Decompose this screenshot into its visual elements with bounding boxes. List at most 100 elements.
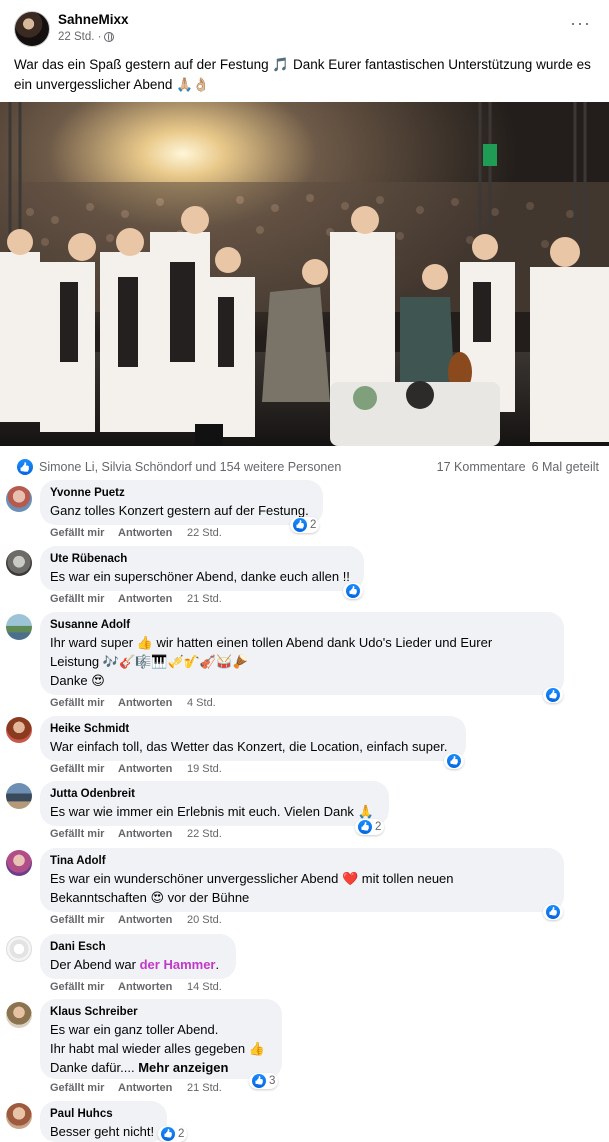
comment-bubble: Paul Huhcs Besser geht nicht! <box>40 1101 167 1142</box>
like-reaction-icon <box>252 1074 266 1088</box>
avatar[interactable] <box>6 936 32 962</box>
like-button[interactable]: Gefällt mir <box>50 914 118 926</box>
comment-text-line: Es war ein ganz toller Abend. <box>50 1022 219 1037</box>
post-meta: 22 Std. · <box>58 31 115 43</box>
like-reaction-icon <box>293 518 307 532</box>
avatar[interactable] <box>6 1103 32 1129</box>
comment-text: Es war ein superschöner Abend, danke euc… <box>50 569 350 584</box>
comment-time[interactable]: 21 Std. <box>187 593 222 605</box>
comment-bubble: Ute Rübenach Es war ein superschöner Abe… <box>40 546 364 591</box>
comment-text: Ganz tolles Konzert gestern auf der Fest… <box>50 503 309 518</box>
comment-reaction-count[interactable] <box>343 583 363 599</box>
comment-text: Der Abend war der Hammer. <box>50 957 220 972</box>
comment-actions: Gefällt mir Antworten 22 Std. <box>50 527 222 539</box>
comment-actions: Gefällt mir Antworten 22 Std. <box>50 828 222 840</box>
commenter-name[interactable]: Jutta Odenbreit <box>50 787 378 802</box>
comment-text: Es war wie immer ein Erlebnis mit euch. … <box>50 804 374 819</box>
comment-time[interactable]: 14 Std. <box>187 981 222 993</box>
concert-photo <box>0 102 609 446</box>
comment-time[interactable]: 19 Std. <box>187 763 222 775</box>
like-button[interactable]: Gefällt mir <box>50 828 118 840</box>
comment-actions: Gefällt mir Antworten 19 Std. <box>50 763 222 775</box>
avatar[interactable] <box>6 1002 32 1028</box>
comment-text-line: Es war ein wunderschöner unvergesslicher… <box>50 871 454 886</box>
comment-reaction-count[interactable] <box>444 753 464 769</box>
comment-actions: Gefällt mir Antworten 14 Std. <box>50 981 222 993</box>
comment-actions: Gefällt mir Antworten 20 Std. <box>50 914 222 926</box>
avatar[interactable] <box>6 850 32 876</box>
commenter-name[interactable]: Dani Esch <box>50 940 225 955</box>
like-button[interactable]: Gefällt mir <box>50 1082 118 1094</box>
like-reaction-icon[interactable] <box>17 459 33 475</box>
comment-reaction-count[interactable] <box>543 687 563 703</box>
like-reaction-icon <box>546 905 560 919</box>
like-button[interactable]: Gefällt mir <box>50 763 118 775</box>
comment-text-line: Ihr ward super 👍 wir hatten einen tollen… <box>50 635 493 650</box>
avatar[interactable] <box>6 550 32 576</box>
comment-text: Besser geht nicht! <box>50 1124 155 1139</box>
comment-time[interactable]: 20 Std. <box>187 914 222 926</box>
show-more-link[interactable]: Mehr anzeigen <box>138 1060 228 1075</box>
commenter-name[interactable]: Klaus Schreiber <box>50 1005 271 1020</box>
globe-icon <box>104 32 115 42</box>
comment-text-line: Bekanntschaften 😍 vor der Bühne <box>50 890 250 905</box>
commenter-name[interactable]: Paul Huhcs <box>50 1107 156 1122</box>
comment-bubble: Dani Esch Der Abend war der Hammer. <box>40 934 236 979</box>
comment-time[interactable]: 22 Std. <box>187 828 222 840</box>
post-text: War das ein Spaß gestern auf der Festung… <box>14 57 591 92</box>
comment-reaction-count[interactable]: 3 <box>249 1073 279 1089</box>
reply-button[interactable]: Antworten <box>118 593 187 605</box>
like-reaction-icon <box>346 584 360 598</box>
reply-button[interactable]: Antworten <box>118 914 187 926</box>
post-header: SahneMixx 22 Std. · ··· <box>0 0 609 52</box>
post-author[interactable]: SahneMixx <box>58 12 129 27</box>
avatar[interactable] <box>6 717 32 743</box>
reactors-summary[interactable]: Simone Li, Silvia Schöndorf und 154 weit… <box>39 460 341 474</box>
like-reaction-icon <box>447 754 461 768</box>
avatar[interactable] <box>6 614 32 640</box>
avatar[interactable] <box>6 486 32 512</box>
like-button[interactable]: Gefällt mir <box>50 527 118 539</box>
like-button[interactable]: Gefällt mir <box>50 697 118 709</box>
commenter-name[interactable]: Heike Schmidt <box>50 722 455 737</box>
like-reaction-icon <box>546 688 560 702</box>
more-icon[interactable]: ··· <box>570 14 591 32</box>
comment-reaction-count[interactable] <box>543 904 563 920</box>
page-avatar[interactable] <box>14 11 50 47</box>
commenter-name[interactable]: Tina Adolf <box>50 854 553 869</box>
comments-count[interactable]: 17 Kommentare <box>437 460 526 474</box>
comment-actions: Gefällt mir Antworten 4 Std. <box>50 697 216 709</box>
like-button[interactable]: Gefällt mir <box>50 981 118 993</box>
comment-time[interactable]: 21 Std. <box>187 1082 222 1094</box>
comment-reaction-count[interactable]: 2 <box>355 819 385 835</box>
comment-text-line: Danke dafür.... Mehr anzeigen <box>50 1060 229 1075</box>
reply-button[interactable]: Antworten <box>118 697 187 709</box>
comment-reaction-count[interactable]: 2 <box>290 517 320 533</box>
comment-bubble: Klaus Schreiber Es war ein ganz toller A… <box>40 999 282 1079</box>
comment-reaction-count[interactable]: 2 <box>158 1126 188 1142</box>
post-time[interactable]: 22 Std. · <box>58 31 101 43</box>
like-button[interactable]: Gefällt mir <box>50 593 118 605</box>
commenter-name[interactable]: Yvonne Puetz <box>50 486 312 501</box>
comment-text-line: Ihr habt mal wieder alles gegeben 👍 <box>50 1041 265 1056</box>
commenter-name[interactable]: Susanne Adolf <box>50 618 553 633</box>
reply-button[interactable]: Antworten <box>118 527 187 539</box>
avatar[interactable] <box>6 783 32 809</box>
comment-text-line: Leistung 🎶🎸🎼🎹🎺🎷🎻🥁🪘 <box>50 654 249 669</box>
reply-button[interactable]: Antworten <box>118 981 187 993</box>
shares-count[interactable]: 6 Mal geteilt <box>532 460 599 474</box>
like-reaction-icon <box>358 820 372 834</box>
comment-actions: Gefällt mir Antworten 21 Std. <box>50 1082 222 1094</box>
like-reaction-icon <box>161 1127 175 1141</box>
reply-button[interactable]: Antworten <box>118 1082 187 1094</box>
post-photo[interactable] <box>0 102 609 446</box>
comment-bubble: Yvonne Puetz Ganz tolles Konzert gestern… <box>40 480 323 525</box>
reply-button[interactable]: Antworten <box>118 828 187 840</box>
comment-time[interactable]: 4 Std. <box>187 697 216 709</box>
comment-time[interactable]: 22 Std. <box>187 527 222 539</box>
comment-bubble: Jutta Odenbreit Es war wie immer ein Erl… <box>40 781 389 826</box>
commenter-name[interactable]: Ute Rübenach <box>50 552 353 567</box>
reply-button[interactable]: Antworten <box>118 763 187 775</box>
reactions-bar: Simone Li, Silvia Schöndorf und 154 weit… <box>0 455 609 479</box>
comment-text: War einfach toll, das Wetter das Konzert… <box>50 739 448 754</box>
